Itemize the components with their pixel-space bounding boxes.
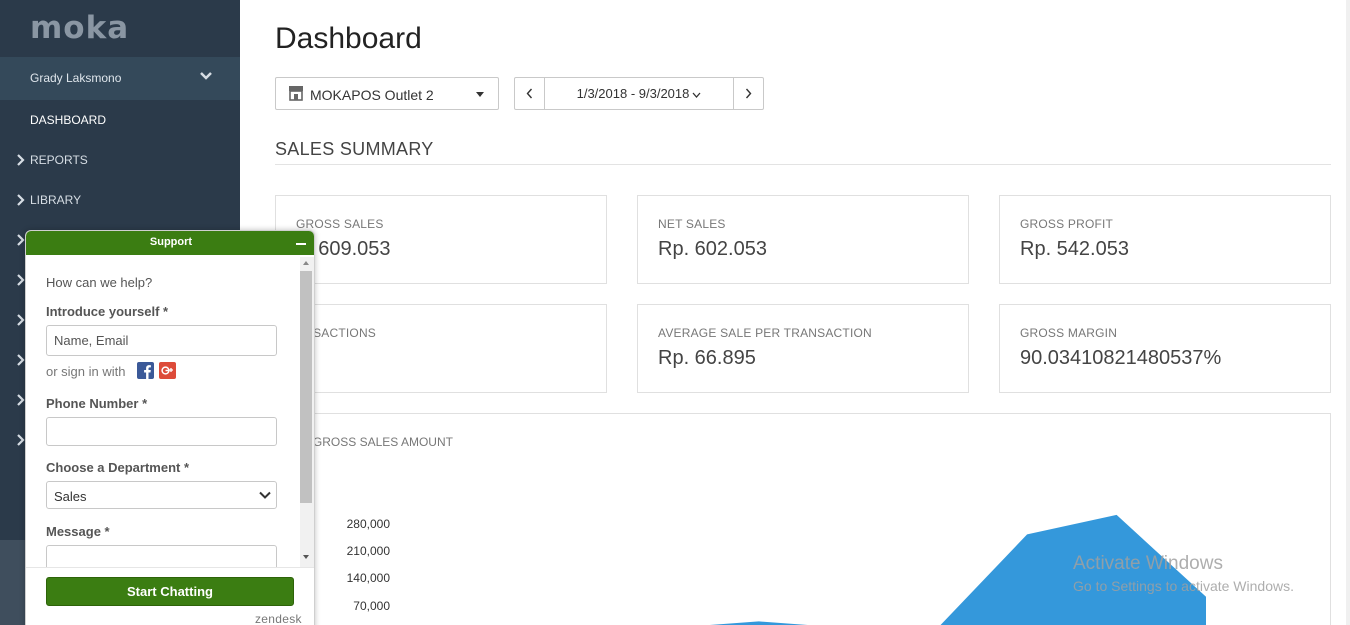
department-select[interactable]: Sales [46,481,277,509]
sidebar-item-library[interactable]: LIBRARY [0,180,240,220]
date-range-picker: 1/3/2018 - 9/3/2018 [514,77,764,110]
start-chatting-button[interactable]: Start Chatting [46,577,294,606]
scroll-down-icon[interactable] [303,555,309,559]
scroll-up-icon[interactable] [303,261,309,265]
chevron-down-icon [692,92,701,98]
support-help-text: How can we help? [46,275,153,290]
name-email-input[interactable] [46,325,277,356]
support-scroll-thumb[interactable] [300,271,312,503]
outlet-name: MOKAPOS Outlet 2 [310,87,434,103]
moka-logo[interactable]: moka [30,10,129,46]
activate-windows-title: Activate Windows [1073,553,1223,574]
chevron-left-icon [526,88,533,99]
transactions-card: ANSACTIONS [275,304,607,393]
gross-sales-card: GROSS SALES p. 609.053 [275,195,607,284]
chevron-right-icon [745,88,752,99]
chevron-down-icon [200,72,212,80]
user-menu[interactable]: Grady Laksmono [0,57,240,100]
support-title: Support [149,236,193,248]
card-label: AVERAGE SALE PER TRANSACTION [658,326,872,340]
card-value: 90.03410821480537% [1020,347,1222,369]
sidebar-item-label: LIBRARY [30,193,82,207]
store-icon [289,86,303,101]
caret-down-icon [476,92,484,97]
message-label: Message * [46,524,110,539]
section-divider [275,164,1331,165]
chevron-right-icon [17,194,25,206]
phone-input[interactable] [46,417,277,446]
card-value: Rp. 602.053 [658,238,767,260]
support-widget: Support How can we help? Introduce yours… [25,230,315,625]
user-name: Grady Laksmono [30,71,122,85]
page-scrollbar[interactable] [1346,0,1350,625]
card-label: NET SALES [658,217,726,231]
card-value: Rp. 66.895 [658,347,756,369]
page-title: Dashboard [275,22,422,55]
card-label: GROSS SALES [296,217,384,231]
activate-windows-subtitle: Go to Settings to activate Windows. [1073,578,1294,594]
facebook-icon[interactable] [137,362,154,379]
chevron-down-icon [259,491,271,499]
date-range-button[interactable]: 1/3/2018 - 9/3/2018 [545,78,733,109]
card-label: GROSS MARGIN [1020,326,1118,340]
support-header[interactable]: Support [26,231,314,255]
card-value: Rp. 542.053 [1020,238,1129,260]
sidebar-item-dashboard[interactable]: DASHBOARD [0,100,240,140]
date-range-text: 1/3/2018 - 9/3/2018 [576,86,690,101]
phone-label: Phone Number * [46,396,148,411]
sidebar-item-label: REPORTS [30,153,88,167]
google-plus-icon[interactable] [159,362,176,379]
chevron-right-icon [17,154,25,166]
signin-text: or sign in with [46,364,126,379]
gross-profit-card: GROSS PROFIT Rp. 542.053 [999,195,1331,284]
department-value: Sales [54,489,87,504]
average-sale-card: AVERAGE SALE PER TRANSACTION Rp. 66.895 [637,304,969,393]
net-sales-card: NET SALES Rp. 602.053 [637,195,969,284]
zendesk-brand: zendesk [255,612,302,625]
department-label: Choose a Department * [46,460,190,475]
card-label: GROSS PROFIT [1020,217,1114,231]
outlet-select[interactable]: MOKAPOS Outlet 2 [275,77,499,110]
section-title: SALES SUMMARY [275,139,434,159]
minimize-icon[interactable] [296,243,306,245]
sidebar-item-reports[interactable]: REPORTS [0,140,240,180]
introduce-label: Introduce yourself * [46,304,169,319]
date-next-button[interactable] [733,78,763,109]
gross-margin-card: GROSS MARGIN 90.03410821480537% [999,304,1331,393]
date-prev-button[interactable] [515,78,545,109]
sidebar-item-label: DASHBOARD [30,113,107,127]
